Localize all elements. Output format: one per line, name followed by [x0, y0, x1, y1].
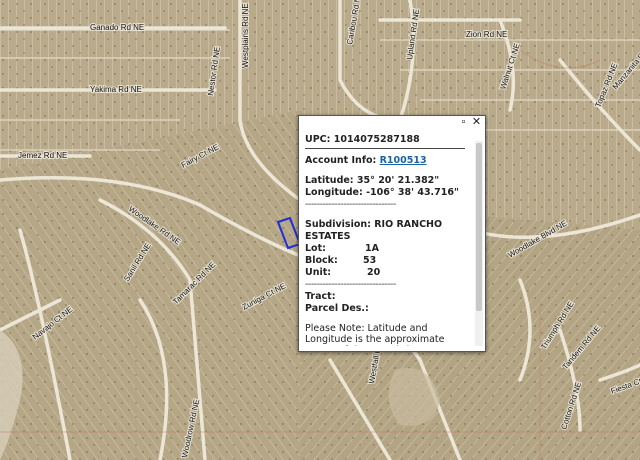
parcel-description-row: Parcel Des.: — [305, 303, 471, 315]
tract-row: Tract: — [305, 291, 471, 303]
unit-value: 20 — [367, 267, 381, 278]
header-divider — [305, 148, 465, 149]
divider: ------------------------------- — [305, 279, 396, 290]
popup-content: UPC: 1014075287188 Account Info: R100513… — [305, 134, 471, 346]
lot-value: 1A — [365, 243, 379, 254]
latitude-value: 35° 20' 21.382" — [356, 175, 440, 186]
upc-value: 1014075287188 — [333, 134, 420, 145]
longitude-row: Longitude: -106° 38' 43.716" — [305, 187, 471, 199]
popup-scrollbar[interactable] — [475, 141, 483, 346]
maximize-icon[interactable]: ▫ — [458, 117, 469, 128]
block-label: Block: — [305, 255, 338, 266]
account-link[interactable]: R100513 — [380, 155, 427, 166]
upc-row: UPC: 1014075287188 — [305, 134, 471, 146]
road-label: Jemez Rd NE — [18, 151, 67, 160]
unit-row: Unit: 20 — [305, 267, 471, 279]
upc-label: UPC: — [305, 134, 331, 145]
tract-label: Tract: — [305, 291, 336, 302]
road-label: Yakima Rd NE — [90, 85, 142, 94]
subdivision-row: Subdivision: RIO RANCHO ESTATES — [305, 219, 471, 243]
block-value: 53 — [363, 255, 377, 266]
parcel-description-label: Parcel Des.: — [305, 303, 369, 314]
subdivision-label: Subdivision: — [305, 219, 371, 230]
account-row: Account Info: R100513 — [305, 155, 471, 167]
latitude-label: Latitude: — [305, 175, 354, 186]
close-icon[interactable]: ✕ — [471, 117, 482, 128]
latitude-row: Latitude: 35° 20' 21.382" — [305, 175, 471, 187]
road-label: Westplains Rd NE — [241, 3, 250, 68]
longitude-value: -106° 38' 43.716" — [366, 187, 459, 198]
road-label: Zion Rd NE — [466, 30, 507, 39]
location-note: Please Note: Latitude and Longitude is t… — [305, 323, 445, 346]
lot-row: Lot: 1A — [305, 243, 471, 255]
divider: ------------------------------- — [305, 199, 396, 210]
unit-label: Unit: — [305, 267, 332, 278]
block-row: Block: 53 — [305, 255, 471, 267]
parcel-info-popup: ▫ ✕ UPC: 1014075287188 Account Info: R10… — [298, 115, 486, 352]
scrollbar-thumb[interactable] — [476, 143, 482, 311]
account-label: Account Info: — [305, 155, 377, 166]
longitude-label: Longitude: — [305, 187, 363, 198]
road-label: Ganado Rd NE — [90, 23, 144, 32]
lot-label: Lot: — [305, 243, 326, 254]
popup-titlebar: ▫ ✕ — [299, 116, 485, 129]
